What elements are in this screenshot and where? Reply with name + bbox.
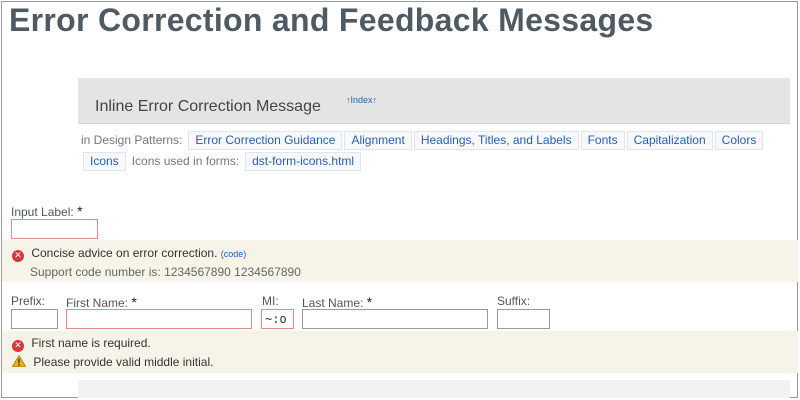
design-patterns-row-2: Icons Icons used in forms: dst-form-icons.… xyxy=(83,152,363,171)
prefix-input[interactable] xyxy=(11,309,58,329)
first-name-required-marker: * xyxy=(131,294,137,310)
last-name-label-text: Last Name: xyxy=(302,296,364,310)
required-marker: * xyxy=(77,203,83,219)
last-name-input[interactable] xyxy=(302,309,488,329)
tag-fonts[interactable]: Fonts xyxy=(580,131,625,150)
last-name-label: Last Name: * xyxy=(302,294,372,310)
tag-colors[interactable]: Colors xyxy=(714,131,764,150)
design-patterns-label: in Design Patterns: xyxy=(81,133,183,147)
warning-icon xyxy=(12,355,26,367)
error-message-text: Concise advice on error correction. xyxy=(31,246,218,260)
section-title: Inline Error Correction Message xyxy=(95,98,321,115)
tag-icons[interactable]: Icons xyxy=(83,152,126,171)
mi-warning-text: Please provide valid middle initial. xyxy=(33,355,214,369)
input-label-text: Input Label: xyxy=(11,205,74,219)
icons-used-label: Icons used in forms: xyxy=(131,154,240,168)
mi-input[interactable] xyxy=(261,309,294,329)
page-title: Error Correction and Feedback Messages xyxy=(9,2,654,38)
mi-label: MI: xyxy=(262,294,279,308)
error-icon: ✕ xyxy=(12,340,24,352)
suffix-label: Suffix: xyxy=(497,294,531,308)
input-field[interactable] xyxy=(11,219,98,239)
support-code-text: Support code number is: 1234567890 12345… xyxy=(30,265,301,279)
input-label: Input Label: * xyxy=(11,203,83,219)
last-name-required-marker: * xyxy=(366,294,373,310)
code-link[interactable]: (code) xyxy=(221,249,247,259)
next-section-box xyxy=(78,380,790,398)
first-name-label: First Name: * xyxy=(66,294,137,310)
prefix-label: Prefix: xyxy=(11,294,46,308)
tag-capitalization[interactable]: Capitalization xyxy=(626,131,713,150)
error-message: ✕ Concise advice on error correction. (c… xyxy=(12,246,246,262)
tag-alignment[interactable]: Alignment xyxy=(344,131,412,150)
first-name-label-text: First Name: xyxy=(66,296,129,310)
design-patterns-row: in Design Patterns: Error Correction Guid… xyxy=(81,131,765,150)
tag-error-correction-guidance[interactable]: Error Correction Guidance xyxy=(188,131,343,150)
tag-dst-form-icons[interactable]: dst-form-icons.html xyxy=(245,152,362,171)
first-name-error-text: First name is required. xyxy=(31,336,151,350)
first-name-error: ✕ First name is required. xyxy=(12,336,151,352)
tag-headings-titles-labels[interactable]: Headings, Titles, and Labels xyxy=(413,131,579,150)
index-link[interactable]: ↑Index↑ xyxy=(346,95,377,105)
first-name-input[interactable] xyxy=(66,309,252,329)
error-icon: ✕ xyxy=(12,250,24,262)
section-header: Inline Error Correction Message ↑Index↑ xyxy=(78,78,790,124)
mi-warning: Please provide valid middle initial. xyxy=(12,355,213,369)
suffix-input[interactable] xyxy=(497,309,550,329)
